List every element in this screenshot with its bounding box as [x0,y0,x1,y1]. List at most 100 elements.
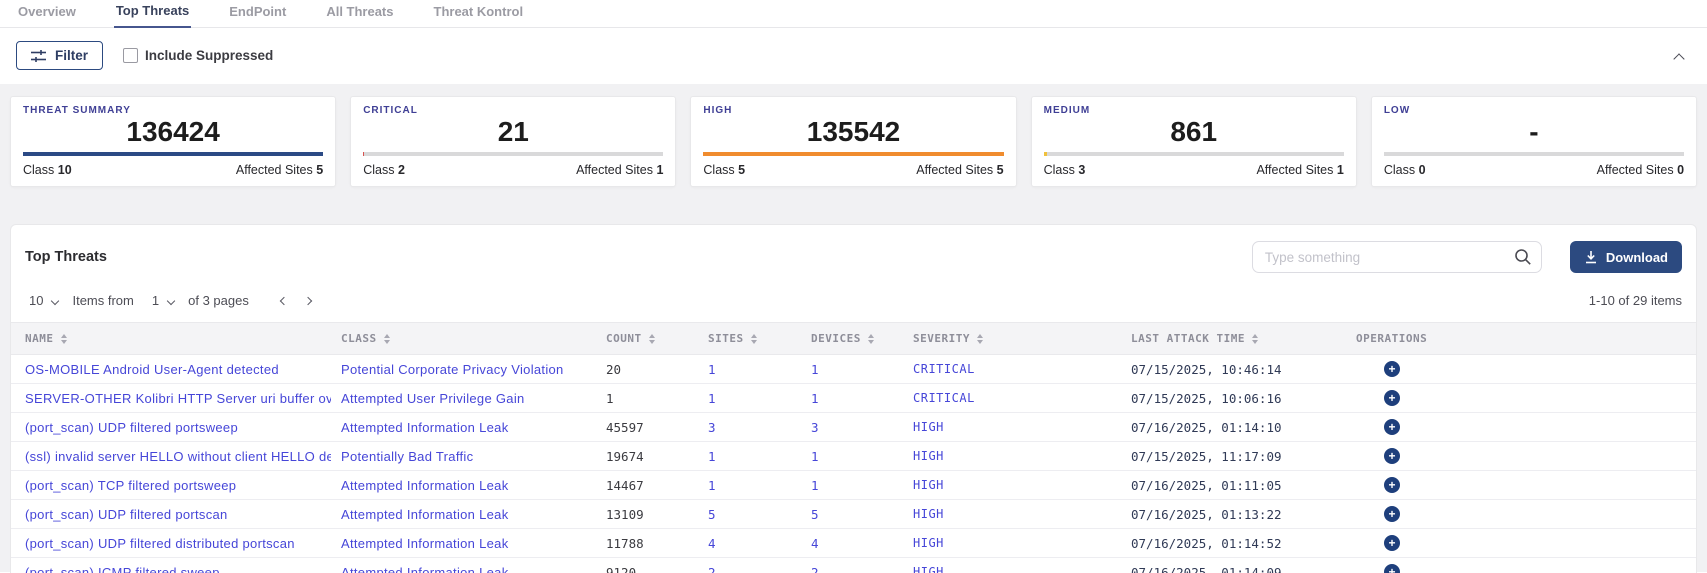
prev-page-button[interactable] [280,296,288,304]
devices-link[interactable]: 5 [801,500,903,529]
threat-name-link[interactable]: (port_scan) UDP filtered distributed por… [11,529,331,558]
threat-class-link[interactable]: Attempted User Privilege Gain [331,384,596,413]
download-button-label: Download [1606,250,1668,265]
card-title: HIGH [703,105,1003,116]
sort-icon[interactable] [977,334,983,344]
page-size-select[interactable]: 10 [25,291,62,310]
col-header-sites[interactable]: SITES [698,323,801,355]
severity-link[interactable]: HIGH [903,442,1121,471]
sort-icon[interactable] [1252,334,1258,344]
threat-name-link[interactable]: (port_scan) UDP filtered portsweep [11,413,331,442]
download-icon [1584,250,1598,264]
download-button[interactable]: Download [1570,241,1682,273]
card-affected-stat: Affected Sites 5 [916,163,1003,177]
sites-link[interactable]: 5 [698,500,801,529]
expand-row-button[interactable]: + [1384,535,1400,551]
col-header-devices[interactable]: DEVICES [801,323,903,355]
sort-icon[interactable] [384,334,390,344]
search-box [1252,241,1542,273]
severity-link[interactable]: HIGH [903,558,1121,573]
card-class-stat: Class 10 [23,163,72,177]
sites-link[interactable]: 1 [698,442,801,471]
next-page-button[interactable] [304,296,312,304]
col-header-class[interactable]: CLASS [331,323,596,355]
chevron-down-icon [167,296,175,304]
sort-icon[interactable] [61,334,67,344]
collapse-panel-button[interactable] [1675,50,1683,68]
card-progress-track [703,152,1003,156]
devices-link[interactable]: 4 [801,529,903,558]
sites-link[interactable]: 2 [698,558,801,573]
search-input[interactable] [1252,241,1542,273]
summary-card-high: HIGH 135542 Class 5 Affected Sites 5 [690,96,1016,187]
col-header-count[interactable]: COUNT [596,323,698,355]
tab-overview[interactable]: Overview [16,4,78,27]
severity-link[interactable]: HIGH [903,413,1121,442]
expand-row-button[interactable]: + [1384,477,1400,493]
threat-class-link[interactable]: Attempted Information Leak [331,471,596,500]
threat-class-link[interactable]: Potentially Bad Traffic [331,442,596,471]
severity-link[interactable]: CRITICAL [903,355,1121,384]
summary-card-low: LOW - Class 0 Affected Sites 0 [1371,96,1697,187]
devices-link[interactable]: 1 [801,384,903,413]
severity-link[interactable]: HIGH [903,471,1121,500]
sites-link[interactable]: 4 [698,529,801,558]
page-select[interactable]: 1 [148,291,178,310]
col-header-name[interactable]: NAME [11,323,331,355]
threat-class-link[interactable]: Attempted Information Leak [331,413,596,442]
sites-link[interactable]: 3 [698,413,801,442]
card-title: CRITICAL [363,105,663,116]
threat-class-link[interactable]: Attempted Information Leak [331,529,596,558]
tab-threat-kontrol[interactable]: Threat Kontrol [432,4,526,27]
tab-endpoint[interactable]: EndPoint [227,4,288,27]
content-area: THREAT SUMMARY 136424 Class 10 Affected … [0,84,1707,572]
devices-link[interactable]: 1 [801,355,903,384]
sort-icon[interactable] [868,334,874,344]
expand-row-button[interactable]: + [1384,390,1400,406]
col-header-severity[interactable]: SEVERITY [903,323,1121,355]
sort-icon[interactable] [751,334,757,344]
threat-name-link[interactable]: (ssl) invalid server HELLO without clien… [11,442,331,471]
devices-link[interactable]: 1 [801,442,903,471]
table-row: (port_scan) UDP filtered portsweep Attem… [11,413,1696,442]
devices-link[interactable]: 3 [801,413,903,442]
filter-button-label: Filter [55,48,88,63]
include-suppressed-checkbox[interactable] [123,48,138,63]
card-value: 21 [363,116,663,149]
threat-name-link[interactable]: OS-MOBILE Android User-Agent detected [11,355,331,384]
count-cell: 1 [596,384,698,413]
expand-row-button[interactable]: + [1384,506,1400,522]
expand-row-button[interactable]: + [1384,419,1400,435]
threat-name-link[interactable]: (port_scan) ICMP filtered sweep [11,558,331,573]
expand-row-button[interactable]: + [1384,361,1400,377]
tab-top-threats[interactable]: Top Threats [114,3,191,28]
threat-class-link[interactable]: Potential Corporate Privacy Violation [331,355,596,384]
devices-link[interactable]: 2 [801,558,903,573]
threat-name-link[interactable]: (port_scan) UDP filtered portscan [11,500,331,529]
include-suppressed-toggle[interactable]: Include Suppressed [123,48,273,63]
expand-row-button[interactable]: + [1384,564,1400,573]
filter-button[interactable]: Filter [16,41,103,70]
severity-link[interactable]: HIGH [903,500,1121,529]
threat-class-link[interactable]: Attempted Information Leak [331,558,596,573]
tab-all-threats[interactable]: All Threats [324,4,395,27]
threat-class-link[interactable]: Attempted Information Leak [331,500,596,529]
severity-link[interactable]: HIGH [903,529,1121,558]
card-value: 135542 [703,116,1003,149]
threat-name-link[interactable]: SERVER-OTHER Kolibri HTTP Server uri buf… [11,384,331,413]
search-icon[interactable] [1514,248,1532,266]
threat-name-link[interactable]: (port_scan) TCP filtered portsweep [11,471,331,500]
sites-link[interactable]: 1 [698,471,801,500]
items-from-label: Items from [72,293,133,308]
sites-link[interactable]: 1 [698,355,801,384]
last-attack-time-cell: 07/15/2025, 11:17:09 [1121,442,1346,471]
sites-link[interactable]: 1 [698,384,801,413]
col-header-last-attack-time[interactable]: LAST ATTACK TIME [1121,323,1346,355]
include-suppressed-label: Include Suppressed [145,48,273,63]
last-attack-time-cell: 07/16/2025, 01:13:22 [1121,500,1346,529]
expand-row-button[interactable]: + [1384,448,1400,464]
panel-header: Top Threats [11,225,1696,287]
sort-icon[interactable] [649,334,655,344]
devices-link[interactable]: 1 [801,471,903,500]
severity-link[interactable]: CRITICAL [903,384,1121,413]
